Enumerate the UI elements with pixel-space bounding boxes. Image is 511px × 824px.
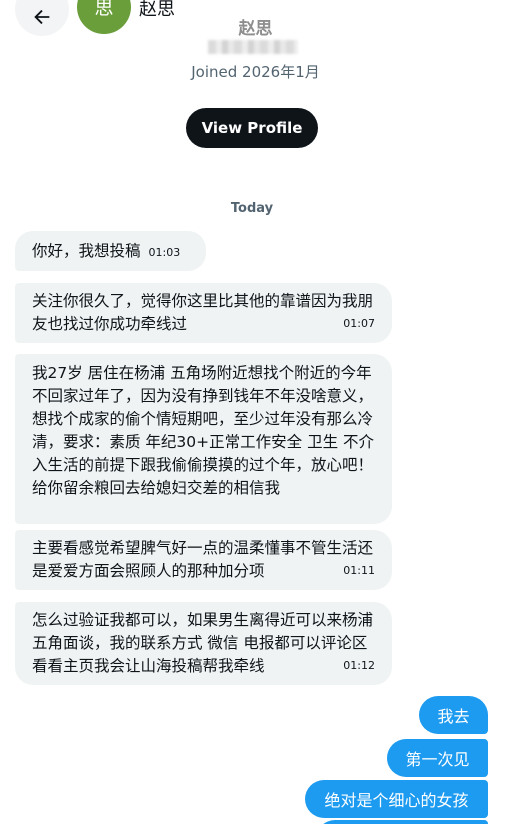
- message-text: 你好，我想投稿: [32, 242, 141, 260]
- message-time: 01:07: [343, 317, 375, 330]
- message-text: 关注你很久了，觉得你这里比其他的靠谱因为我朋友也找过你成功牵线过: [32, 292, 374, 333]
- date-separator: Today: [230, 201, 274, 216]
- dm-conversation-page: 思 赵思 赵思 Joined 2026年1月 View Profile Toda…: [0, 0, 511, 824]
- outgoing-message[interactable]: [316, 820, 488, 824]
- outgoing-message[interactable]: 绝对是个细心的女孩: [305, 780, 488, 818]
- message-text: 主要看感觉希望脾气好一点的温柔懂事不管生活还是爱爱方面会照顾人的那种加分项: [32, 539, 374, 580]
- view-profile-button[interactable]: View Profile: [186, 108, 318, 148]
- message-time: 01:12: [343, 659, 375, 672]
- blurred-handle: [208, 40, 298, 54]
- incoming-message[interactable]: 你好，我想投稿 01:03: [15, 231, 206, 271]
- incoming-message[interactable]: 我27岁 居住在杨浦 五角场附近想找个附近的今年不回家过年了，因为没有挣到钱年不…: [15, 354, 392, 524]
- outgoing-message[interactable]: 第一次见: [387, 739, 488, 777]
- incoming-message[interactable]: 主要看感觉希望脾气好一点的温柔懂事不管生活还是爱爱方面会照顾人的那种加分项 01…: [15, 530, 392, 590]
- message-text: 我27岁 居住在杨浦 五角场附近想找个附近的今年不回家过年了，因为没有挣到钱年不…: [32, 364, 374, 497]
- message-time: 01:11: [343, 564, 375, 577]
- incoming-message[interactable]: 关注你很久了，觉得你这里比其他的靠谱因为我朋友也找过你成功牵线过 01:07: [15, 283, 392, 343]
- profile-name: 赵思: [238, 19, 273, 39]
- message-time: 01:03: [148, 246, 181, 259]
- outgoing-message[interactable]: 我去: [419, 696, 488, 734]
- message-text: 怎么过验证我都可以，如果男生离得近可以来杨浦五角面谈，我的联系方式 微信 电报都…: [32, 611, 374, 675]
- joined-date: Joined 2026年1月: [191, 63, 320, 81]
- incoming-message[interactable]: 怎么过验证我都可以，如果男生离得近可以来杨浦五角面谈，我的联系方式 微信 电报都…: [15, 602, 392, 685]
